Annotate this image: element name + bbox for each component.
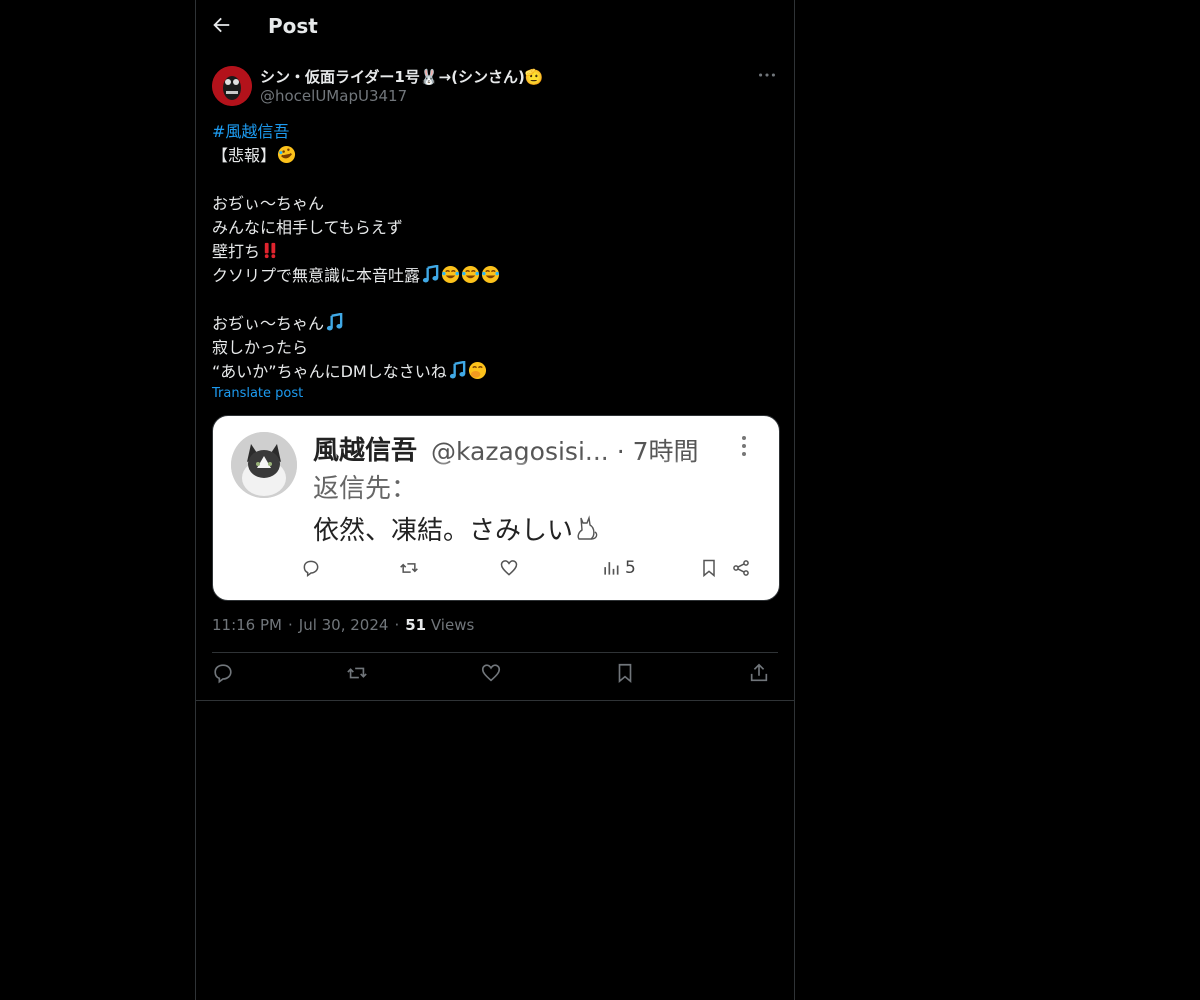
author-display-name[interactable]: シン・仮面ライダー1号🐰→(シンさん)🫡 (260, 66, 543, 87)
views-chart-icon (604, 562, 619, 575)
screenshot-views: 5 (601, 558, 641, 580)
reply-icon (214, 664, 232, 684)
screenshot-body-text: 依然、凍結。さみしい (313, 516, 574, 546)
cat-avatar (231, 432, 297, 498)
tweet-line: おぢぃ〜ちゃん (212, 194, 325, 213)
meta-separator: · (394, 616, 400, 634)
hashtag-link[interactable]: #風越信吾 (212, 122, 289, 141)
bookmark-icon (703, 559, 715, 578)
back-button[interactable] (210, 14, 236, 40)
page-title: Post (268, 14, 318, 38)
hand-over-mouth-emoji-icon (468, 361, 486, 380)
action-bar (212, 662, 778, 692)
double-exclamation-icon (264, 242, 276, 259)
rofl-emoji-icon (277, 145, 296, 164)
joy-emoji-icon (441, 265, 460, 284)
screenshot-handle-time: @kazagosisi... · 7時間 (431, 437, 699, 466)
attached-screenshot[interactable]: 風越信吾 @kazagosisi... · 7時間 返信先： 依然、凍結。さみし… (212, 415, 780, 601)
screenshot-repost (399, 558, 419, 580)
share-nodes-icon (733, 560, 749, 576)
music-note-icon (449, 361, 466, 379)
post-meta: 11:16 PM · Jul 30, 2024 · 51 Views (212, 616, 474, 634)
screenshot-share (731, 558, 751, 580)
screenshot-reply-to: 返信先： (313, 474, 418, 504)
bookmark-icon (618, 663, 632, 684)
tweet-line: おぢぃ〜ちゃん (212, 314, 325, 333)
music-note-icon (422, 265, 439, 283)
views-label: Views (430, 616, 475, 634)
more-button[interactable] (756, 64, 780, 88)
translate-post-link[interactable]: Translate post (212, 386, 303, 401)
post-time[interactable]: 11:16 PM (212, 616, 282, 634)
heart-icon (500, 560, 518, 576)
share-button[interactable] (748, 662, 772, 686)
tweet-line: みんなに相手してもらえず (212, 218, 403, 237)
repost-icon (347, 667, 367, 679)
reply-button[interactable] (212, 662, 236, 686)
screenshot-bookmark (699, 558, 719, 580)
tweet-line: クソリプで無意識に本音吐露 (212, 266, 421, 285)
reply-icon (303, 560, 319, 577)
tweet-line: 【悲報】 (212, 146, 277, 165)
more-dots-icon (759, 73, 775, 77)
tweet-line: 壁打ち (212, 242, 261, 261)
heart-icon (481, 664, 501, 682)
cat-icon (577, 515, 598, 540)
blurred-region (423, 474, 693, 502)
screenshot-reply (301, 558, 321, 580)
like-button[interactable] (480, 662, 504, 686)
repost-button[interactable] (346, 662, 370, 686)
bookmark-button[interactable] (614, 662, 638, 686)
top-bar: Post (196, 0, 794, 53)
more-dots-icon (742, 436, 746, 456)
arrow-left-icon (213, 17, 230, 33)
tweet-line: “あいか”ちゃんにDMしなさいね (212, 362, 447, 381)
views-count: 51 (405, 616, 427, 634)
repost-icon (400, 563, 418, 573)
share-icon (750, 663, 768, 682)
post-date[interactable]: Jul 30, 2024 (299, 616, 389, 634)
meta-separator: · (287, 616, 293, 634)
divider (196, 700, 794, 701)
screenshot-like (499, 558, 519, 580)
tweet-text: #風越信吾 【悲報】 おぢぃ〜ちゃん みんなに相手してもらえず 壁打ち クソリプ… (212, 120, 772, 384)
screenshot-body: 依然、凍結。さみしい (313, 510, 601, 547)
main-column: Post シン・仮面ライダー1号🐰→(シンさん)🫡 @hocelUMapU341… (195, 0, 795, 1000)
joy-emoji-icon (461, 265, 480, 284)
author-handle[interactable]: @hocelUMapU3417 (260, 87, 407, 105)
author-avatar[interactable] (212, 66, 252, 106)
divider (212, 652, 778, 653)
music-note-icon (326, 313, 343, 331)
screenshot-action-row: 5 (213, 558, 779, 582)
screenshot-views-count: 5 (625, 558, 636, 578)
joy-emoji-icon (481, 265, 500, 284)
tweet-line: 寂しかったら (212, 338, 309, 357)
screenshot-name: 風越信吾 (313, 436, 418, 466)
